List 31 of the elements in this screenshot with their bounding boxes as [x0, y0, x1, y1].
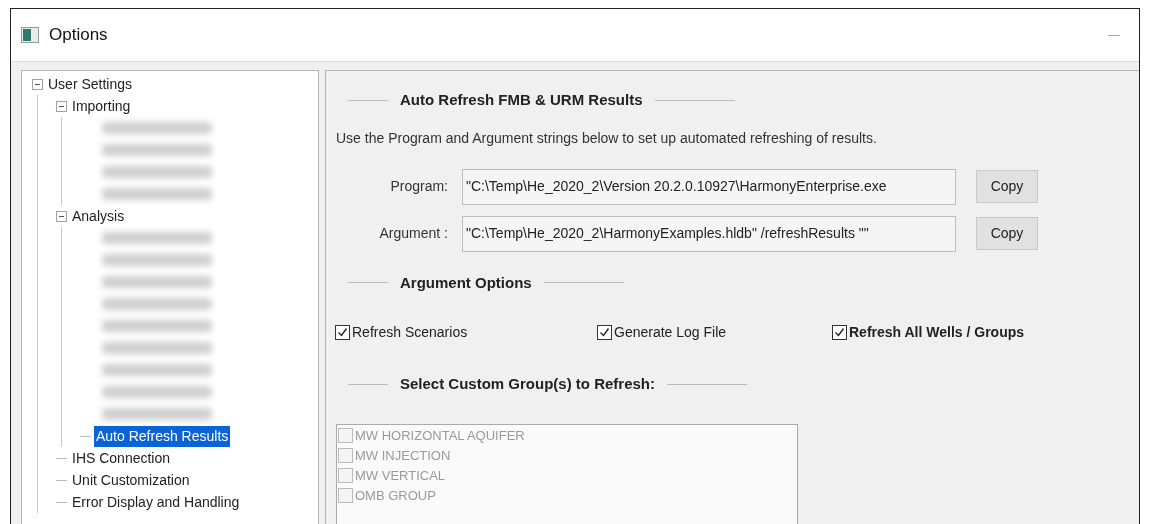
- checkbox-label: Refresh Scenarios: [352, 323, 468, 342]
- tree-item[interactable]: Auto Refresh Results: [94, 425, 231, 447]
- group-heading: Argument Options: [400, 272, 532, 293]
- collapse-toggle-icon[interactable]: [32, 78, 43, 90]
- check-icon: [337, 327, 348, 338]
- tree-item[interactable]: Analysis: [70, 205, 127, 227]
- tree-item[interactable]: IHS Connection: [70, 447, 173, 469]
- field-label: Program:: [389, 177, 449, 196]
- checkbox-label: Generate Log File: [614, 323, 727, 342]
- checkbox-label: Refresh All Wells / Groups: [849, 323, 1025, 342]
- copy-button[interactable]: Copy: [976, 170, 1038, 203]
- description-text: Use the Program and Argument strings below to set up automated refreshing of results.: [336, 128, 878, 148]
- group-heading: Auto Refresh FMB & URM Results: [400, 90, 643, 110]
- tree-item[interactable]: Error Display and Handling: [70, 491, 242, 513]
- app-icon: [21, 27, 39, 43]
- path-field[interactable]: "C:\Temp\He_2020_2\Version 20.2.0.10927\HarmonyEnterprise.exe: [462, 168, 956, 205]
- path-field[interactable]: "C:\Temp\He_2020_2\HarmonyExamples.hldb" /refreshResults "": [462, 215, 956, 252]
- check-icon: [599, 327, 610, 338]
- checkbox[interactable]: [832, 325, 847, 340]
- field-label: Argument :: [378, 224, 449, 243]
- group-heading: Select Custom Group(s) to Refresh:: [400, 374, 656, 394]
- tree-item[interactable]: Unit Customization: [70, 469, 192, 491]
- copy-button[interactable]: Copy: [976, 217, 1038, 250]
- check-icon: [834, 327, 845, 338]
- checkbox[interactable]: [597, 325, 612, 340]
- window-title: Options: [49, 24, 108, 47]
- collapse-toggle-icon[interactable]: [56, 100, 67, 112]
- checkbox[interactable]: [335, 325, 350, 340]
- tree-item[interactable]: Importing: [70, 95, 133, 117]
- collapse-toggle-icon[interactable]: [56, 210, 67, 222]
- tree-item[interactable]: User Settings: [46, 73, 135, 95]
